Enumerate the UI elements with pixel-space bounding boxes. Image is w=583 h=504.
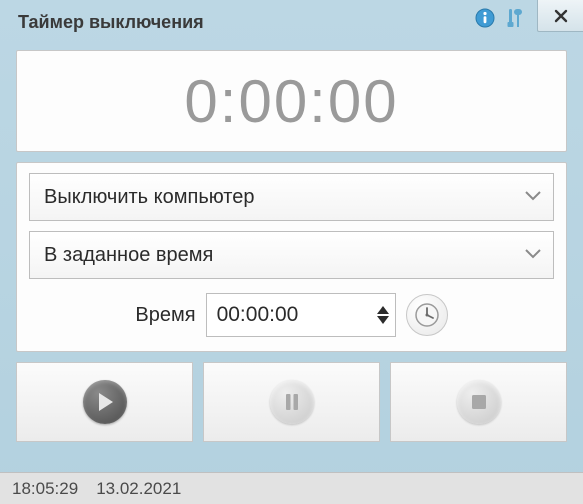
stop-icon — [457, 380, 501, 424]
now-button[interactable] — [406, 294, 448, 336]
media-buttons-panel — [16, 362, 567, 442]
triangle-up-icon — [377, 306, 389, 314]
play-icon — [83, 380, 127, 424]
action-dropdown[interactable]: Выключить компьютер — [29, 173, 554, 221]
stop-button[interactable] — [390, 362, 567, 442]
status-date: 13.02.2021 — [96, 479, 181, 499]
spinner-up-button[interactable] — [377, 306, 389, 314]
action-dropdown-label: Выключить компьютер — [44, 186, 525, 209]
chevron-down-icon — [525, 188, 541, 206]
timer-display-panel: 0:00:00 — [16, 50, 567, 152]
content-area: 0:00:00 Выключить компьютер В заданное в… — [0, 44, 583, 472]
close-button[interactable] — [537, 0, 583, 32]
settings-button[interactable] — [501, 4, 529, 32]
clock-icon — [413, 301, 441, 329]
pause-button[interactable] — [203, 362, 380, 442]
titlebar: Таймер выключения — [0, 0, 583, 44]
spinner-down-button[interactable] — [377, 316, 389, 324]
app-window: Таймер выключения — [0, 0, 583, 504]
statusbar: 18:05:29 13.02.2021 — [0, 472, 583, 504]
start-button[interactable] — [16, 362, 193, 442]
controls-panel: Выключить компьютер В заданное время Вре… — [16, 162, 567, 352]
window-title: Таймер выключения — [18, 12, 204, 33]
time-value: 00:00:00 — [217, 303, 377, 327]
titlebar-controls — [471, 0, 583, 44]
info-button[interactable] — [471, 4, 499, 32]
tools-icon — [505, 7, 525, 29]
status-time: 18:05:29 — [12, 479, 78, 499]
chevron-down-icon — [525, 246, 541, 264]
timer-value: 0:00:00 — [184, 67, 398, 136]
close-icon — [554, 9, 568, 23]
time-spinner — [377, 306, 389, 324]
mode-dropdown-label: В заданное время — [44, 244, 525, 267]
triangle-down-icon — [377, 316, 389, 324]
info-icon — [475, 8, 495, 28]
time-label: Время — [135, 304, 195, 327]
pause-icon — [270, 380, 314, 424]
time-input[interactable]: 00:00:00 — [206, 293, 396, 337]
mode-dropdown[interactable]: В заданное время — [29, 231, 554, 279]
time-row: Время 00:00:00 — [29, 293, 554, 337]
